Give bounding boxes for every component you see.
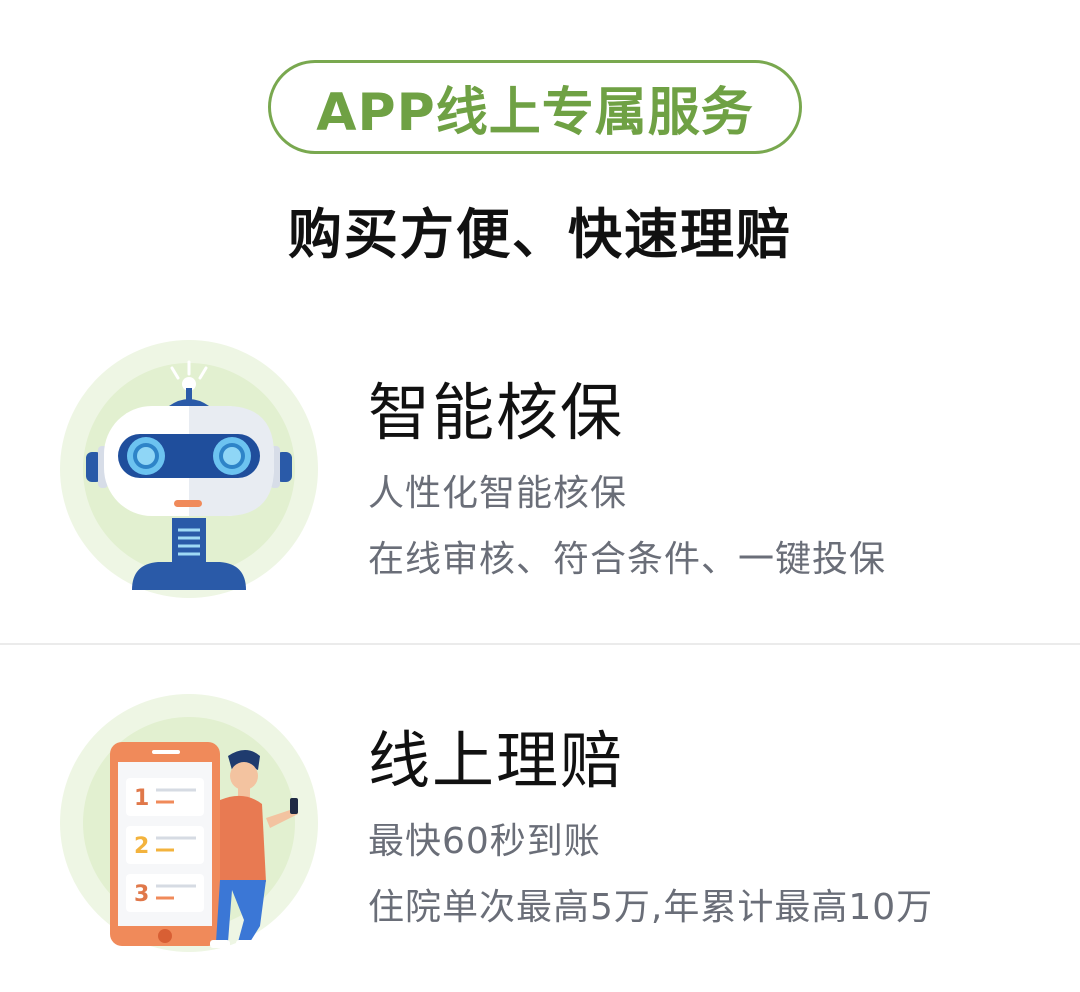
feature-title: 智能核保	[368, 376, 625, 449]
feature-smart-underwriting[interactable]: 智能核保 人性化智能核保 在线审核、符合条件、一键投保	[0, 340, 1080, 640]
feature-description-line: 最快60秒到账	[368, 821, 601, 862]
step-number: 2	[134, 834, 149, 859]
step-number: 3	[134, 882, 149, 907]
service-badge: APP线上专属服务	[268, 60, 802, 154]
feature-description-line: 在线审核、符合条件、一键投保	[368, 539, 887, 580]
claim-step-list: 1 2 3	[126, 778, 204, 912]
online-claim-icon: 1 2 3	[60, 694, 318, 952]
feature-title: 线上理赔	[368, 724, 625, 797]
section-divider	[0, 643, 1080, 645]
step-number: 1	[134, 786, 149, 811]
robot-icon	[60, 340, 318, 598]
feature-description-line: 住院单次最高5万,年累计最高10万	[368, 887, 934, 928]
page-subtitle: 购买方便、快速理赔	[288, 203, 792, 266]
feature-online-claims[interactable]: 1 2 3 线上理赔 最快60秒到账 住院单次最高5万,年累计最高10万	[0, 646, 1080, 992]
feature-description-line: 人性化智能核保	[368, 473, 628, 514]
